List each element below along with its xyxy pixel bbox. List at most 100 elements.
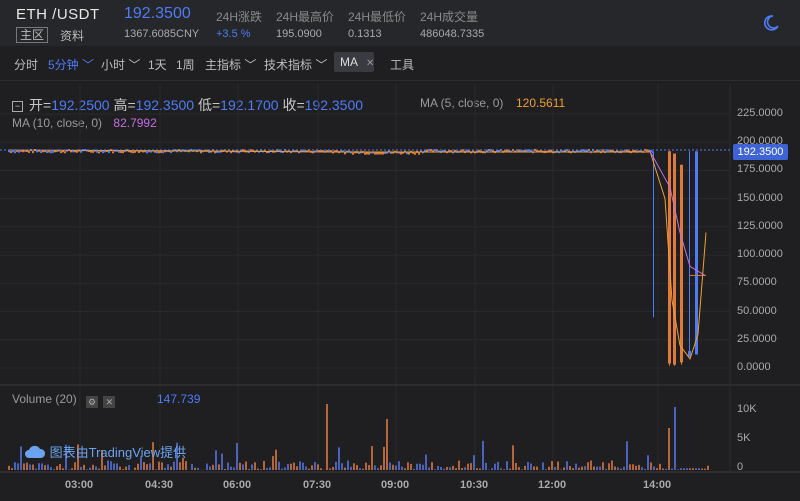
candle <box>526 149 528 152</box>
volume-bar <box>335 461 337 470</box>
volume-bar <box>623 466 625 470</box>
volume-bar <box>419 463 421 470</box>
price-chart[interactable] <box>0 0 800 501</box>
volume-bar <box>245 461 247 470</box>
volume-bar <box>239 462 241 470</box>
volume-bar <box>494 463 496 470</box>
settings-icon[interactable]: ⚙ <box>86 396 99 408</box>
candle <box>200 151 202 154</box>
volume-bar <box>29 464 31 470</box>
candle <box>146 151 148 154</box>
volume-bar <box>401 466 403 470</box>
volume-bar <box>518 467 520 470</box>
volume-bar <box>38 463 40 470</box>
volume-bar <box>656 468 658 470</box>
volume-bar <box>629 464 631 470</box>
volume-bar <box>158 461 160 470</box>
candle <box>102 151 104 154</box>
volume-bar <box>410 463 412 470</box>
volume-bar <box>110 461 112 470</box>
volume-bar <box>236 443 238 470</box>
volume-bar <box>566 461 568 470</box>
candle <box>380 152 382 155</box>
candle <box>486 149 488 152</box>
volume-bar <box>503 469 505 470</box>
volume-bar <box>626 441 628 470</box>
volume-bar <box>293 462 295 470</box>
volume-bar <box>695 468 697 470</box>
volume-bar <box>602 462 604 470</box>
candle <box>156 151 158 154</box>
candle <box>586 149 588 152</box>
volume-bar <box>260 469 262 470</box>
volume-bar <box>383 446 385 470</box>
close-icon[interactable]: ✕ <box>103 396 116 408</box>
volume-bar <box>329 468 331 470</box>
crash-candle <box>652 151 653 154</box>
candle <box>598 149 600 152</box>
volume-bar <box>425 454 427 470</box>
volume-bar <box>272 456 274 470</box>
volume-bar <box>137 463 139 470</box>
volume-bar <box>149 463 151 470</box>
volume-bar <box>644 468 646 470</box>
volume-bar <box>113 463 115 470</box>
cloud-icon <box>25 445 46 458</box>
volume-bar <box>41 463 43 470</box>
candle <box>92 150 94 153</box>
x-tick-label: 03:00 <box>65 479 94 491</box>
volume-bar <box>491 468 493 470</box>
volume-bar <box>20 446 22 470</box>
volume-bar <box>395 465 397 470</box>
volume-bar <box>560 469 562 470</box>
volume-bar <box>302 462 304 470</box>
candle <box>60 151 62 154</box>
volume-bar <box>446 466 448 470</box>
volume-bar <box>191 463 193 470</box>
volume-bar <box>392 464 394 470</box>
volume-bar <box>209 466 211 470</box>
candle <box>46 150 48 154</box>
tradingview-watermark[interactable]: 图表由TradingView提供 <box>24 442 186 461</box>
volume-bar <box>617 467 619 470</box>
volume-bar <box>59 464 61 470</box>
volume-bar <box>332 466 334 470</box>
candle <box>122 151 124 154</box>
volume-bar <box>545 469 547 470</box>
candle <box>118 150 120 153</box>
volume-bar <box>164 467 166 470</box>
volume-bar <box>221 453 223 470</box>
volume-bar <box>26 462 28 470</box>
volume-bar <box>521 469 523 470</box>
volume-bar <box>290 463 292 470</box>
volume-bar <box>614 466 616 470</box>
volume-bar <box>281 468 283 470</box>
volume-bar <box>452 465 454 470</box>
y-tick-label: 0.0000 <box>737 361 771 373</box>
volume-bar <box>548 466 550 470</box>
volume-bar <box>14 462 16 470</box>
candle <box>344 152 346 155</box>
volume-bar <box>227 462 229 470</box>
y-tick-label: 175.0000 <box>737 163 783 176</box>
candle <box>32 151 34 154</box>
volume-bar <box>554 467 556 470</box>
volume-bar <box>269 467 271 470</box>
candle <box>414 152 416 155</box>
volume-bar <box>143 462 145 470</box>
candle <box>366 152 368 155</box>
volume-bar <box>368 465 370 470</box>
y-tick-label: 225.0000 <box>737 107 783 119</box>
volume-bar <box>470 463 472 470</box>
volume-bar <box>680 468 682 470</box>
volume-bar <box>341 463 343 470</box>
volume-bar <box>443 468 445 470</box>
volume-bar <box>665 468 667 470</box>
candle <box>418 152 420 155</box>
volume-bar <box>299 461 301 470</box>
volume-bar <box>350 466 352 470</box>
candle <box>426 149 428 152</box>
volume-bar <box>104 465 106 470</box>
volume-bar <box>479 468 481 470</box>
volume-bar <box>50 467 52 470</box>
